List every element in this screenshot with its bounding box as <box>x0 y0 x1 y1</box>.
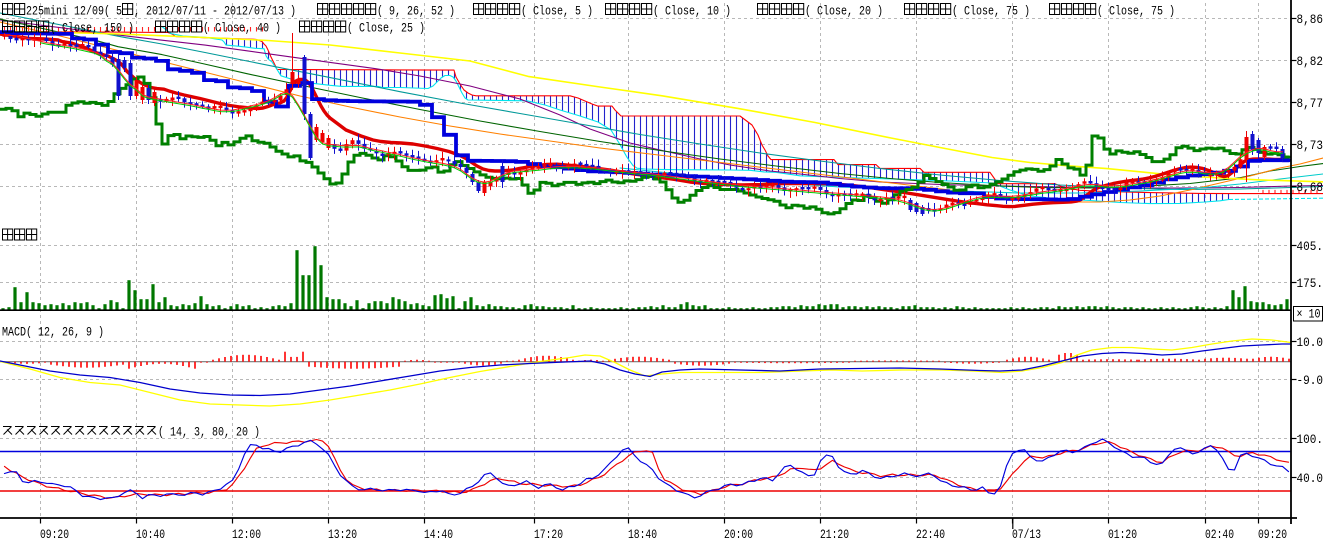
svg-text:13:20: 13:20 <box>328 527 357 542</box>
svg-text:14:40: 14:40 <box>424 527 453 542</box>
svg-text:100.: 100. <box>1297 432 1323 447</box>
svg-text:8,77: 8,77 <box>1297 96 1323 111</box>
svg-text:( Close, 10 ): ( Close, 10 ) <box>653 4 731 19</box>
svg-text:× 10: × 10 <box>1297 307 1321 322</box>
svg-text:( Close, 40 ): ( Close, 40 ) <box>203 21 281 36</box>
svg-text:07/13: 07/13 <box>1012 527 1041 542</box>
svg-text:, 2012/07/11 - 2012/07/13 ): , 2012/07/11 - 2012/07/13 ) <box>134 4 296 19</box>
svg-text:8,73: 8,73 <box>1297 138 1323 153</box>
svg-text:( 9, 26, 52 ): ( 9, 26, 52 ) <box>377 4 455 19</box>
svg-text:17:20: 17:20 <box>534 527 563 542</box>
svg-text:02:40: 02:40 <box>1205 527 1234 542</box>
svg-text:-9.0: -9.0 <box>1297 373 1323 388</box>
svg-text:225mini 12/09( 5: 225mini 12/09( 5 <box>26 4 122 19</box>
svg-text:10:40: 10:40 <box>136 527 165 542</box>
svg-text:40.0: 40.0 <box>1297 471 1323 486</box>
svg-text:( Close, 5 ): ( Close, 5 ) <box>521 4 593 19</box>
svg-text:( Close, 25 ): ( Close, 25 ) <box>347 21 425 36</box>
svg-text:MACD( 12, 26, 9 ): MACD( 12, 26, 9 ) <box>2 325 104 340</box>
svg-text:( Close, 75 ): ( Close, 75 ) <box>1097 4 1175 19</box>
svg-text:22:40: 22:40 <box>916 527 945 542</box>
svg-text:09:20: 09:20 <box>1258 527 1287 542</box>
svg-text:21:20: 21:20 <box>820 527 849 542</box>
svg-text:405.: 405. <box>1297 239 1323 254</box>
svg-text:10.0: 10.0 <box>1297 335 1323 350</box>
svg-text:18:40: 18:40 <box>628 527 657 542</box>
svg-text:( Close, 150 ): ( Close, 150 ) <box>50 21 134 36</box>
svg-text:20:00: 20:00 <box>724 527 753 542</box>
svg-text:09:20: 09:20 <box>40 527 69 542</box>
svg-text:175.: 175. <box>1297 276 1323 291</box>
svg-text:8,68: 8,68 <box>1297 180 1323 195</box>
svg-text:12:00: 12:00 <box>232 527 261 542</box>
svg-text:( 14, 3, 80, 20 ): ( 14, 3, 80, 20 ) <box>158 425 260 440</box>
svg-text:8,86: 8,86 <box>1297 12 1323 27</box>
svg-text:8,82: 8,82 <box>1297 54 1323 69</box>
svg-text:( Close, 75 ): ( Close, 75 ) <box>952 4 1030 19</box>
svg-text:( Close, 20 ): ( Close, 20 ) <box>805 4 883 19</box>
svg-text:01:20: 01:20 <box>1108 527 1137 542</box>
